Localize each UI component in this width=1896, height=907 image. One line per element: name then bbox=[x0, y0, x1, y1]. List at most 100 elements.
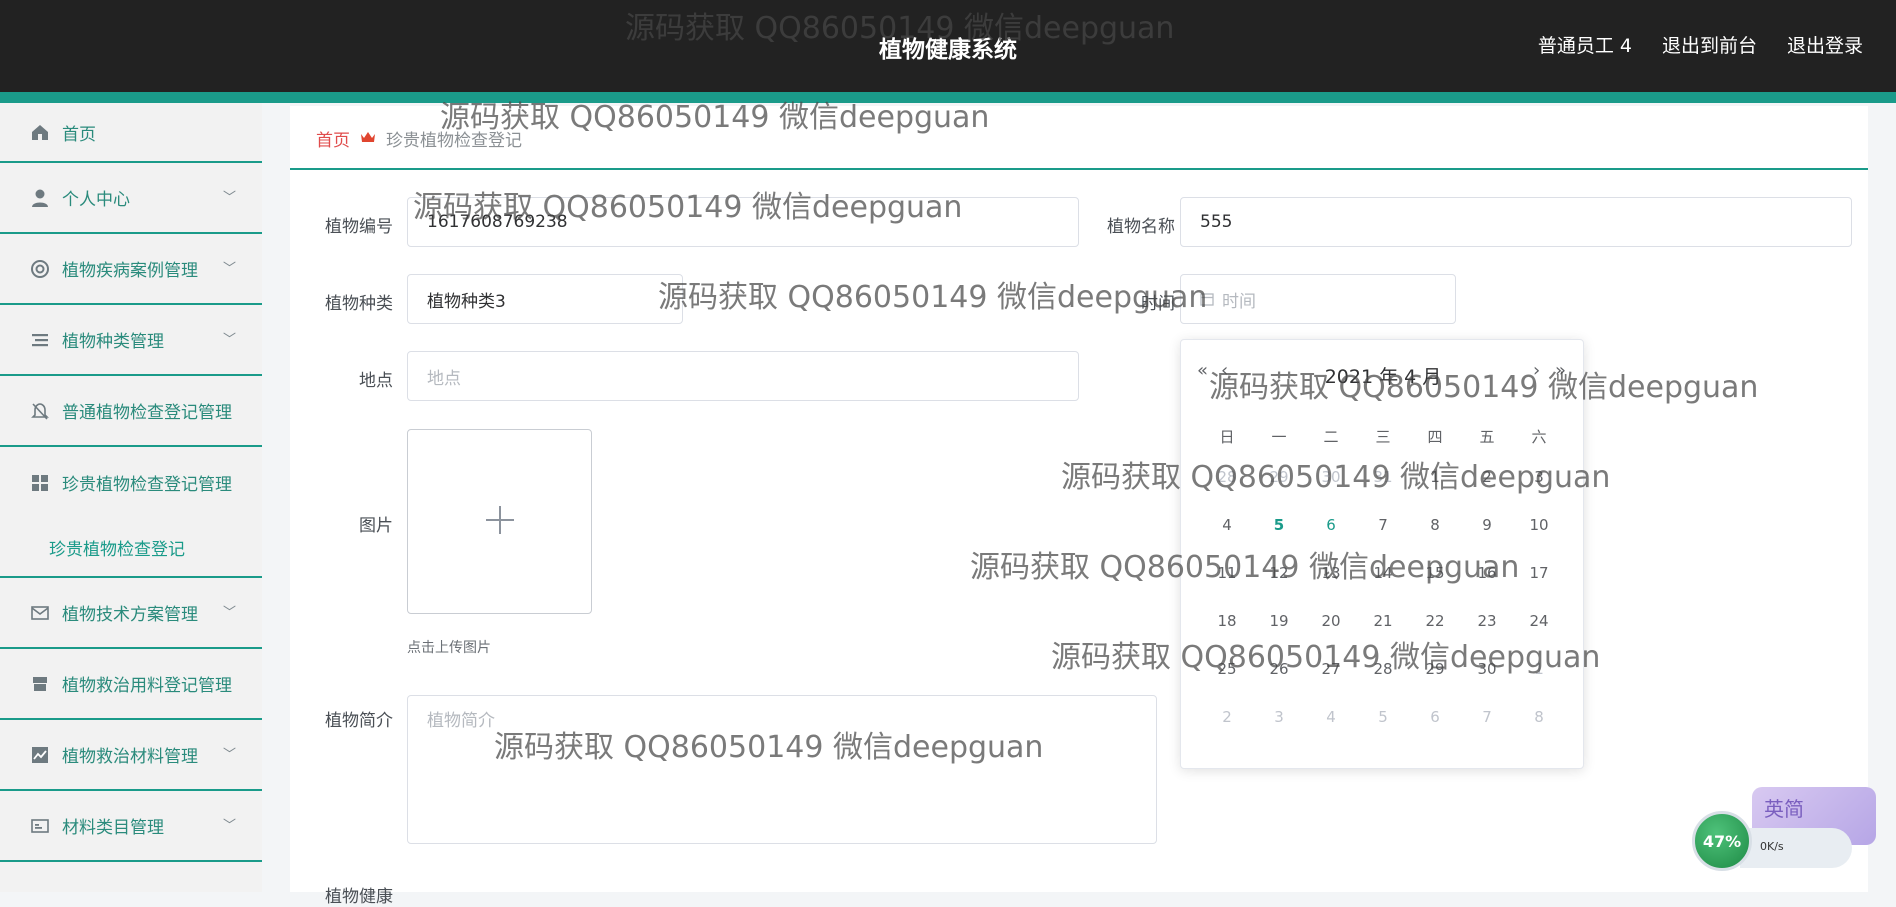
plant-type-label: 植物种类 bbox=[325, 294, 393, 314]
day-cell[interactable]: 1 bbox=[1409, 467, 1461, 515]
breadcrumb-home[interactable]: 首页 bbox=[316, 126, 350, 151]
weekday-label: 六 bbox=[1531, 428, 1547, 446]
day-cell[interactable]: 28 bbox=[1201, 467, 1253, 515]
day-cell[interactable]: 28 bbox=[1357, 659, 1409, 707]
sidebar: 首页 个人中心 ﹀ 植物疾病案例管理 ﹀ 植物种类管理 ﹀ 普通植物检查登记管理… bbox=[0, 103, 262, 892]
day-cell[interactable]: 29 bbox=[1253, 467, 1305, 515]
upload-tip: 点击上传图片 bbox=[407, 640, 491, 656]
next-year-icon[interactable]: » bbox=[1555, 360, 1566, 381]
day-cell[interactable]: 4 bbox=[1201, 515, 1253, 563]
bell-off-icon bbox=[28, 399, 52, 423]
chevron-down-icon: ﹀ bbox=[222, 190, 236, 206]
location-input[interactable]: 地点 bbox=[407, 351, 1079, 401]
day-cell[interactable]: 7 bbox=[1357, 515, 1409, 563]
sidebar-item-precious-check[interactable]: 珍贵植物检查登记管理 bbox=[0, 447, 262, 518]
day-cell[interactable]: 18 bbox=[1201, 611, 1253, 659]
weekday-label: 五 bbox=[1479, 428, 1495, 446]
sidebar-subitem-precious-check-register[interactable]: 珍贵植物检查登记 bbox=[0, 518, 262, 578]
back-to-front-link[interactable]: 退出到前台 bbox=[1662, 31, 1757, 58]
time-input[interactable]: 时间 bbox=[1180, 274, 1456, 324]
plant-name-input[interactable]: 555 bbox=[1180, 197, 1852, 247]
system-monitor-ball[interactable]: 47% bbox=[1692, 811, 1752, 871]
sidebar-item-tech-plans[interactable]: 植物技术方案管理 ﹀ bbox=[0, 578, 262, 649]
day-cell[interactable]: 4 bbox=[1305, 707, 1357, 755]
day-cell[interactable]: 12 bbox=[1253, 563, 1305, 611]
chart-icon bbox=[28, 743, 52, 767]
weekday-label: 日 bbox=[1219, 428, 1235, 446]
day-cell[interactable]: 8 bbox=[1513, 707, 1565, 755]
day-cell[interactable]: 23 bbox=[1461, 611, 1513, 659]
sidebar-item-personal-center[interactable]: 个人中心 ﹀ bbox=[0, 163, 262, 234]
day-cell[interactable]: 16 bbox=[1461, 563, 1513, 611]
sidebar-item-plant-types[interactable]: 植物种类管理 ﹀ bbox=[0, 305, 262, 376]
day-cell[interactable]: 30 bbox=[1305, 467, 1357, 515]
sidebar-item-label: 首页 bbox=[62, 124, 96, 145]
day-cell[interactable]: 30 bbox=[1461, 659, 1513, 707]
sidebar-item-label: 个人中心 bbox=[62, 190, 130, 210]
day-cell[interactable]: 20 bbox=[1305, 611, 1357, 659]
plant-type-select[interactable]: 植物种类3 bbox=[407, 274, 683, 324]
chevron-down-icon: ﹀ bbox=[222, 261, 236, 277]
weekday-label: 二 bbox=[1323, 428, 1339, 446]
day-cell[interactable]: 21 bbox=[1357, 611, 1409, 659]
day-cell[interactable]: 25 bbox=[1201, 659, 1253, 707]
chevron-down-icon: ﹀ bbox=[222, 747, 236, 763]
day-cell[interactable]: 3 bbox=[1513, 467, 1565, 515]
card-icon bbox=[28, 814, 52, 838]
day-cell[interactable]: 31 bbox=[1357, 467, 1409, 515]
sidebar-item-treatment-materials[interactable]: 植物救治材料管理 ﹀ bbox=[0, 720, 262, 791]
user-icon bbox=[28, 186, 52, 210]
plant-name-label: 植物名称 bbox=[1107, 217, 1175, 237]
crown-icon bbox=[360, 129, 376, 149]
day-cell[interactable]: 10 bbox=[1513, 515, 1565, 563]
sidebar-item-label: 植物技术方案管理 bbox=[62, 605, 198, 625]
logout-link[interactable]: 退出登录 bbox=[1787, 31, 1863, 58]
day-cell[interactable]: 14 bbox=[1357, 563, 1409, 611]
day-cell[interactable]: 17 bbox=[1513, 563, 1565, 611]
shop-icon bbox=[28, 672, 52, 696]
day-cell[interactable]: 6 bbox=[1305, 515, 1357, 563]
sidebar-item-home[interactable]: 首页 bbox=[0, 103, 262, 163]
health-label: 植物健康 bbox=[325, 887, 393, 907]
day-cell[interactable]: 5 bbox=[1253, 515, 1305, 563]
sidebar-item-disease-cases[interactable]: 植物疾病案例管理 ﹀ bbox=[0, 234, 262, 305]
user-role-link[interactable]: 普通员工 4 bbox=[1538, 31, 1632, 58]
day-cell[interactable]: 11 bbox=[1201, 563, 1253, 611]
day-cell[interactable]: 9 bbox=[1461, 515, 1513, 563]
day-cell[interactable]: 19 bbox=[1253, 611, 1305, 659]
image-upload-box[interactable] bbox=[407, 429, 592, 614]
top-links: 普通员工 4 退出到前台 退出登录 bbox=[1538, 31, 1863, 58]
day-cell[interactable]: 2 bbox=[1461, 467, 1513, 515]
day-cell[interactable]: 26 bbox=[1253, 659, 1305, 707]
day-cell[interactable]: 6 bbox=[1409, 707, 1461, 755]
day-cell[interactable]: 27 bbox=[1305, 659, 1357, 707]
day-cell[interactable]: 8 bbox=[1409, 515, 1461, 563]
sidebar-item-material-categories[interactable]: 材料类目管理 ﹀ bbox=[0, 791, 262, 862]
day-cell[interactable]: 22 bbox=[1409, 611, 1461, 659]
day-cell[interactable]: 2 bbox=[1201, 707, 1253, 755]
sidebar-item-label: 普通植物检查登记管理 bbox=[62, 403, 232, 423]
day-cell[interactable]: 1 bbox=[1513, 659, 1565, 707]
day-cell[interactable]: 13 bbox=[1305, 563, 1357, 611]
day-cell[interactable]: 7 bbox=[1461, 707, 1513, 755]
day-cell[interactable]: 15 bbox=[1409, 563, 1461, 611]
day-cell[interactable]: 3 bbox=[1253, 707, 1305, 755]
mail-icon bbox=[28, 601, 52, 625]
day-cell[interactable]: 29 bbox=[1409, 659, 1461, 707]
chevron-down-icon: ﹀ bbox=[222, 332, 236, 348]
weekday-label: 四 bbox=[1427, 428, 1443, 446]
day-cell[interactable]: 5 bbox=[1357, 707, 1409, 755]
calendar-icon bbox=[1200, 292, 1214, 306]
next-month-icon[interactable]: › bbox=[1533, 360, 1540, 381]
list-icon bbox=[28, 328, 52, 352]
sidebar-item-normal-check[interactable]: 普通植物检查登记管理 bbox=[0, 376, 262, 447]
sidebar-item-label: 珍贵植物检查登记管理 bbox=[62, 475, 232, 495]
chevron-down-icon: ﹀ bbox=[222, 605, 236, 621]
top-bar: 植物健康系统 普通员工 4 退出到前台 退出登录 bbox=[0, 0, 1896, 92]
plant-no-input[interactable]: 1617608769238 bbox=[407, 197, 1079, 247]
day-cell[interactable]: 24 bbox=[1513, 611, 1565, 659]
breadcrumb-divider bbox=[290, 168, 1868, 170]
sidebar-item-treatment-usage[interactable]: 植物救治用料登记管理 bbox=[0, 649, 262, 720]
system-monitor-percent: 47% bbox=[1702, 831, 1742, 851]
intro-textarea[interactable]: 植物简介 bbox=[407, 695, 1157, 844]
